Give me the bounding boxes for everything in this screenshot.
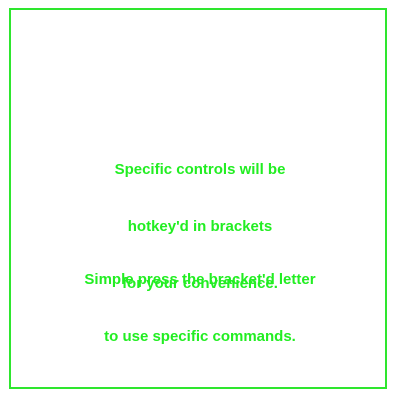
- usage-hint-line-2: to use specific commands.: [104, 328, 296, 345]
- usage-hint-line-1: Simple press the bracket'd letter: [84, 271, 316, 288]
- usage-hint-text: Simple press the bracket'd letter to use…: [0, 232, 400, 365]
- controls-hint-line-1: Specific controls will be: [114, 161, 286, 178]
